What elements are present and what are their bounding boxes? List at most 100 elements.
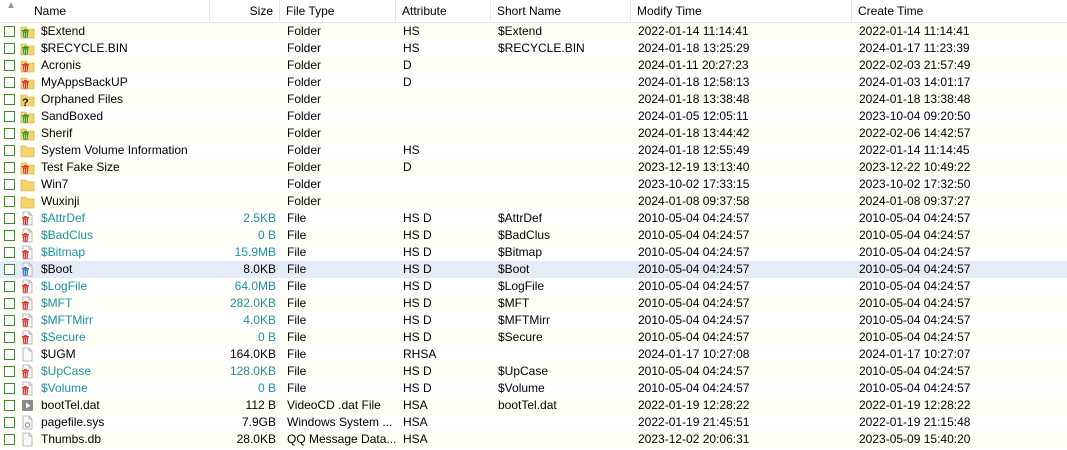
table-row[interactable]: $Bitmap 15.9MB File HS D $Bitmap 2010-05-04 0… <box>0 244 1067 261</box>
row-checkbox[interactable] <box>4 213 15 224</box>
row-checkbox[interactable] <box>4 366 15 377</box>
table-row[interactable]: $MFT 282.0KB File HS D $MFT 2010-05-04 04:24:… <box>0 295 1067 312</box>
row-checkbox[interactable] <box>4 77 15 88</box>
column-header-name[interactable]: Name <box>22 0 210 22</box>
cell-name: pagefile.sys <box>41 415 105 429</box>
table-row[interactable]: Thumbs.db 28.0KB QQ Message Data... HSA 2023… <box>0 431 1067 448</box>
row-checkbox[interactable] <box>4 332 15 343</box>
table-row[interactable]: $UGM 164.0KB File RHSA 2024-01-17 10:27:08 20… <box>0 346 1067 363</box>
column-header-short-name[interactable]: Short Name <box>491 0 631 22</box>
cell-short: $Bitmap <box>498 245 543 259</box>
table-row[interactable]: $RECYCLE.BIN Folder HS $RECYCLE.BIN 2024-01-… <box>0 40 1067 57</box>
cell-modify: 2010-05-04 04:24:57 <box>638 262 750 276</box>
cell-attr: D <box>403 75 412 89</box>
row-checkbox[interactable] <box>4 94 15 105</box>
column-header-size[interactable]: Size <box>210 0 280 22</box>
row-checkbox[interactable] <box>4 383 15 394</box>
table-row[interactable]: $BadClus 0 B File HS D $BadClus 2010-05-04 04… <box>0 227 1067 244</box>
table-row[interactable]: Sherif Folder 2024-01-18 13:44:42 2022-02-0… <box>0 125 1067 142</box>
cell-name: $Secure <box>41 330 86 344</box>
column-header-attribute[interactable]: Attribute <box>396 0 491 22</box>
cell-create: 2024-01-17 10:27:07 <box>859 347 971 361</box>
column-header-modify-time[interactable]: Modify Time <box>631 0 852 22</box>
cell-short <box>494 193 631 210</box>
table-row[interactable]: $AttrDef 2.5KB File HS D $AttrDef 2010-05-04 … <box>0 210 1067 227</box>
row-checkbox[interactable] <box>4 230 15 241</box>
cell-short: $MFTMirr <box>498 313 550 327</box>
cell-modify: 2022-01-19 21:45:51 <box>638 415 750 429</box>
row-checkbox[interactable] <box>4 349 15 360</box>
table-row[interactable]: $Boot 8.0KB File HS D $Boot 2010-05-04 04:24:… <box>0 261 1067 278</box>
table-row[interactable]: $Volume 0 B File HS D $Volume 2010-05-04 04:2… <box>0 380 1067 397</box>
cell-attr <box>399 108 491 125</box>
cell-name: $BadClus <box>41 228 94 242</box>
svg-text:?: ? <box>22 97 29 107</box>
cell-size: 0 B <box>257 228 276 242</box>
row-checkbox[interactable] <box>4 60 15 71</box>
cell-short: $AttrDef <box>498 211 543 225</box>
cell-name: bootTel.dat <box>41 398 100 412</box>
cell-modify: 2010-05-04 04:24:57 <box>638 279 750 293</box>
cell-type: File <box>287 330 307 344</box>
cell-name: $UpCase <box>41 364 92 378</box>
table-row[interactable]: Test Fake Size Folder D 2023-12-19 13:13:40… <box>0 159 1067 176</box>
cell-create: 2024-01-17 11:23:39 <box>859 41 970 55</box>
row-checkbox[interactable] <box>4 434 15 445</box>
cell-modify: 2010-05-04 04:24:57 <box>638 245 750 259</box>
cell-size <box>210 108 280 125</box>
table-row[interactable]: Win7 Folder 2023-10-02 17:33:15 2023-10-02 … <box>0 176 1067 193</box>
cell-name: $UGM <box>41 347 76 361</box>
cell-attr: HS D <box>403 211 432 225</box>
row-checkbox[interactable] <box>4 400 15 411</box>
row-checkbox[interactable] <box>4 26 15 37</box>
cell-size: 0 B <box>257 381 276 395</box>
file-red-bin-icon <box>20 279 35 294</box>
row-checkbox[interactable] <box>4 247 15 258</box>
table-row[interactable]: $UpCase 128.0KB File HS D $UpCase 2010-05-04 … <box>0 363 1067 380</box>
table-row[interactable]: $MFTMirr 4.0KB File HS D $MFTMirr 2010-05-04 … <box>0 312 1067 329</box>
folder-green-bin-icon <box>20 109 35 124</box>
cell-name: System Volume Information <box>41 143 188 157</box>
cell-short: $RECYCLE.BIN <box>498 41 585 55</box>
table-row[interactable]: Wuxinji Folder 2024-01-08 09:37:58 2024-01-… <box>0 193 1067 210</box>
cell-attr: HS D <box>403 313 432 327</box>
table-row[interactable]: SandBoxed Folder 2024-01-05 12:05:11 2023-1… <box>0 108 1067 125</box>
cell-create: 2010-05-04 04:24:57 <box>859 228 971 242</box>
cell-create: 2010-05-04 04:24:57 <box>859 262 971 276</box>
cell-short <box>494 125 631 142</box>
table-row[interactable]: ? Orphaned Files Folder 2024-01-18 13:38:48… <box>0 91 1067 109</box>
row-checkbox[interactable] <box>4 145 15 156</box>
cell-attr: HSA <box>403 415 428 429</box>
row-checkbox[interactable] <box>4 417 15 428</box>
table-row[interactable]: bootTel.dat 112 B VideoCD .dat File HSA boot… <box>0 397 1067 414</box>
folder-green-bin-icon <box>20 41 35 56</box>
row-checkbox[interactable] <box>4 162 15 173</box>
cell-type: Folder <box>287 24 322 38</box>
cell-short <box>494 414 631 431</box>
table-row[interactable]: MyAppsBackUP Folder D 2024-01-18 12:58:13 20… <box>0 74 1067 91</box>
column-header-create-time[interactable]: Create Time <box>852 0 1067 22</box>
row-checkbox[interactable] <box>4 196 15 207</box>
row-checkbox[interactable] <box>4 111 15 122</box>
column-header-file-type[interactable]: File Type <box>280 0 396 22</box>
table-row[interactable]: System Volume Information Folder HS 2024-01… <box>0 142 1067 159</box>
table-row[interactable]: $LogFile 64.0MB File HS D $LogFile 2010-05-04… <box>0 278 1067 295</box>
table-row[interactable]: $Secure 0 B File HS D $Secure 2010-05-04 04:2… <box>0 329 1067 346</box>
row-checkbox[interactable] <box>4 43 15 54</box>
cell-create: 2022-02-06 14:42:57 <box>859 126 971 140</box>
row-checkbox[interactable] <box>4 315 15 326</box>
cell-type: Folder <box>287 143 322 157</box>
row-checkbox[interactable] <box>4 128 15 139</box>
table-row[interactable]: pagefile.sys 7.9GB Windows System ... HSA 20… <box>0 414 1067 431</box>
row-checkbox[interactable] <box>4 264 15 275</box>
cell-attr: HSA <box>403 398 428 412</box>
table-row[interactable]: Acronis Folder D 2024-01-11 20:27:23 2022-02… <box>0 57 1067 74</box>
row-checkbox[interactable] <box>4 298 15 309</box>
row-checkbox[interactable] <box>4 179 15 190</box>
table-row[interactable]: $Extend Folder HS $Extend 2022-01-14 11:14:4… <box>0 23 1067 40</box>
cell-short <box>494 91 631 108</box>
row-checkbox[interactable] <box>4 281 15 292</box>
sort-up-arrow-icon[interactable]: ▲ <box>6 0 16 11</box>
cell-attr: HS D <box>403 330 432 344</box>
cell-short: $Volume <box>498 381 545 395</box>
